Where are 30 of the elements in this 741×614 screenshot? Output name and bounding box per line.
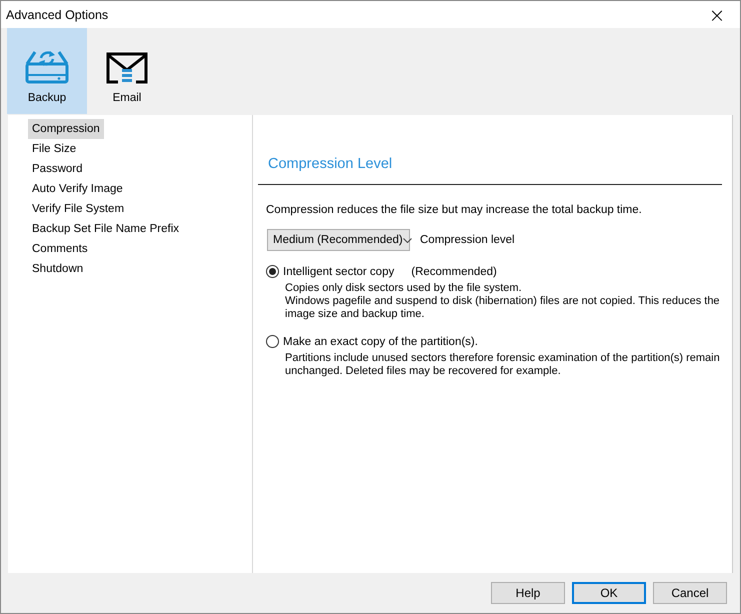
sidebar-item[interactable]: File Size: [28, 139, 80, 159]
drive-sync-icon: [25, 48, 69, 84]
option-label[interactable]: Make an exact copy of the partition(s).: [283, 336, 478, 348]
sidebar-item[interactable]: Backup Set File Name Prefix: [28, 219, 184, 239]
sidebar-item[interactable]: Verify File System: [28, 199, 128, 219]
sidebar-item[interactable]: Shutdown: [28, 259, 88, 279]
dialog-button[interactable]: Cancel: [653, 582, 727, 604]
option-label[interactable]: Intelligent sector copy: [283, 266, 394, 278]
caret-icon: [402, 238, 412, 242]
sidebar-item[interactable]: Auto Verify Image: [28, 179, 127, 199]
close-button[interactable]: ×: [694, 1, 740, 28]
radio-button[interactable]: [266, 335, 279, 348]
option-note: (Recommended): [411, 266, 497, 278]
toolbar-button[interactable]: Email: [87, 28, 167, 114]
compression-dropdown[interactable]: Medium (Recommended): [267, 229, 410, 251]
radio-button[interactable]: [266, 265, 279, 278]
option-description: Windows pagefile and suspend to disk (hibernation) files are not copied. This reduces the image size and backup time.: [285, 295, 721, 321]
envelope-icon: [106, 52, 148, 84]
dropdown-label: Compression level: [420, 234, 515, 246]
section-heading: Compression Level: [258, 115, 722, 185]
option-description: Copies only disk sectors used by the file system.: [285, 282, 523, 295]
window-title: Advanced Options: [6, 8, 108, 22]
toolbar-button[interactable]: Backup: [7, 28, 87, 114]
sidebar-item[interactable]: Password: [28, 159, 86, 179]
dialog-button[interactable]: Help: [491, 582, 565, 604]
dialog-button[interactable]: OK: [572, 582, 646, 604]
sidebar-item[interactable]: Compression: [28, 119, 104, 139]
option-description: Partitions include unused sectors therefore forensic examination of the partition(s) remain unchanged. Deleted files may be recovered for example.: [285, 352, 721, 378]
intro-text: Compression reduces the file size but may increase the total backup time.: [265, 203, 643, 216]
sidebar-item[interactable]: Comments: [28, 239, 92, 259]
